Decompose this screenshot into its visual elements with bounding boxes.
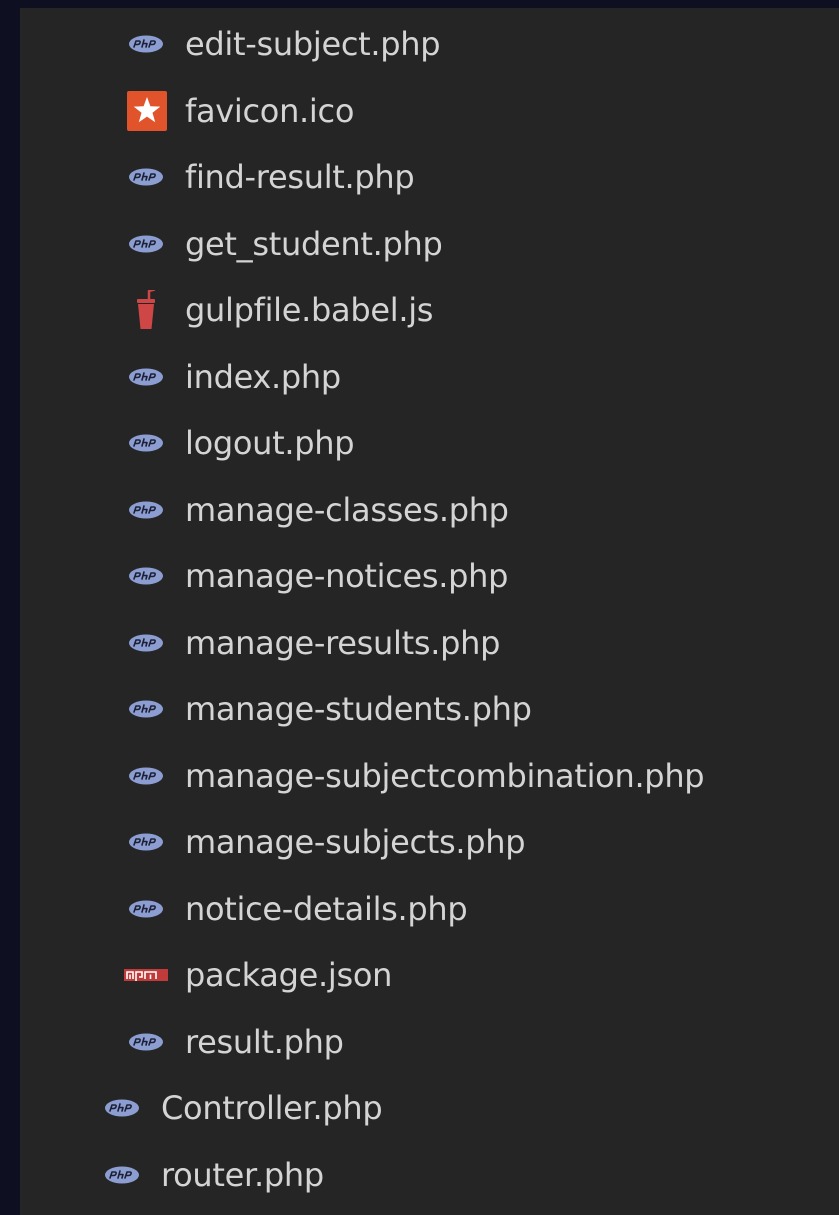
file-item[interactable]: package.json: [20, 942, 839, 1009]
file-item[interactable]: logout.php: [20, 410, 839, 477]
file-name: gulpfile.babel.js: [185, 291, 434, 330]
file-name: manage-subjectcombination.php: [185, 756, 705, 795]
file-name: manage-notices.php: [185, 557, 509, 596]
file-name: router.php: [161, 1155, 324, 1194]
php-icon: [99, 1088, 145, 1128]
php-icon: [123, 157, 169, 197]
file-name: index.php: [185, 357, 341, 396]
file-name: notice-details.php: [185, 889, 468, 928]
php-icon: [123, 224, 169, 264]
file-item[interactable]: manage-students.php: [20, 676, 839, 743]
file-name: favicon.ico: [185, 91, 355, 130]
npm-icon: [123, 955, 169, 995]
file-name: manage-classes.php: [185, 490, 509, 529]
file-name: manage-results.php: [185, 623, 501, 662]
file-item[interactable]: manage-subjects.php: [20, 809, 839, 876]
file-name: package.json: [185, 956, 393, 995]
php-icon: [99, 1155, 145, 1195]
file-name: Controller.php: [161, 1089, 383, 1128]
php-icon: [123, 822, 169, 862]
file-item[interactable]: favicon.ico: [20, 78, 839, 145]
file-name: get_student.php: [185, 224, 443, 263]
php-icon: [123, 623, 169, 663]
favicon-icon: [123, 90, 169, 131]
file-item[interactable]: manage-classes.php: [20, 477, 839, 544]
php-icon: [123, 423, 169, 463]
file-item[interactable]: edit-subject.php: [20, 11, 839, 78]
php-icon: [123, 756, 169, 796]
file-name: manage-students.php: [185, 690, 532, 729]
file-explorer: edit-subject.php favicon.ico find-result.p…: [20, 8, 839, 1215]
php-icon: [123, 490, 169, 530]
php-icon: [123, 357, 169, 397]
file-item[interactable]: notice-details.php: [20, 876, 839, 943]
php-icon: [123, 1022, 169, 1062]
php-icon: [123, 24, 169, 64]
file-item[interactable]: find-result.php: [20, 144, 839, 211]
file-name: logout.php: [185, 424, 355, 463]
php-icon: [123, 889, 169, 929]
php-icon: [123, 556, 169, 596]
file-item[interactable]: manage-notices.php: [20, 543, 839, 610]
file-name: manage-subjects.php: [185, 823, 526, 862]
file-name: find-result.php: [185, 158, 415, 197]
file-item[interactable]: manage-subjectcombination.php: [20, 743, 839, 810]
file-item[interactable]: Controller.php: [20, 1075, 839, 1142]
file-item[interactable]: get_student.php: [20, 211, 839, 278]
file-item[interactable]: manage-results.php: [20, 610, 839, 677]
file-name: edit-subject.php: [185, 25, 441, 64]
file-item[interactable]: gulpfile.babel.js: [20, 277, 839, 344]
file-item[interactable]: router.php: [20, 1142, 839, 1209]
gulp-icon: [123, 290, 169, 330]
file-item[interactable]: index.php: [20, 344, 839, 411]
file-name: result.php: [185, 1022, 344, 1061]
file-list: edit-subject.php favicon.ico find-result.p…: [20, 11, 839, 1208]
file-item[interactable]: result.php: [20, 1009, 839, 1076]
php-icon: [123, 689, 169, 729]
